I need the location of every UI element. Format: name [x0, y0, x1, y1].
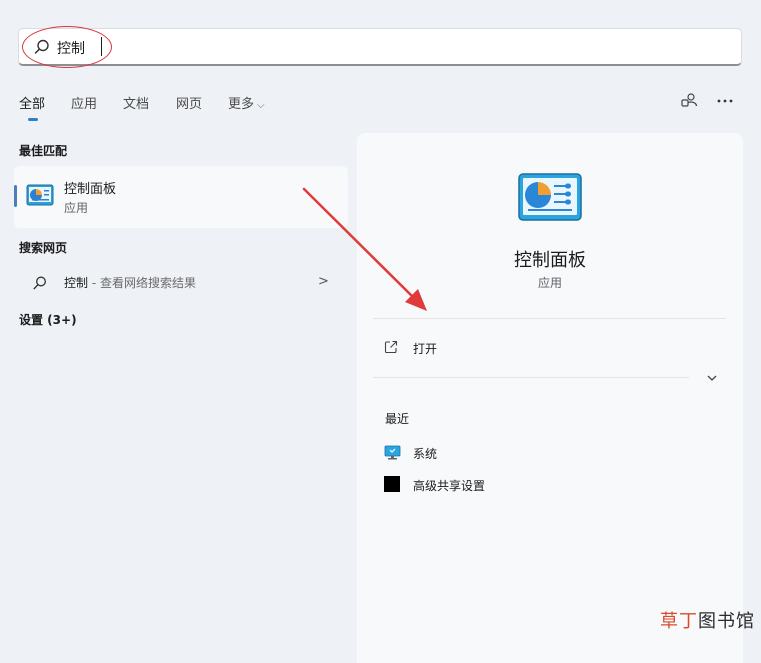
app-subtitle: 应用: [537, 276, 562, 290]
best-match-subtitle: 应用: [64, 201, 89, 215]
settings-heading[interactable]: 设置 (3+): [19, 311, 77, 328]
web-search-suffix: - 查看网络搜索结果: [88, 276, 196, 290]
selection-accent: [14, 185, 17, 207]
control-panel-icon: [518, 173, 582, 221]
tab-documents[interactable]: 文档: [123, 93, 149, 112]
chevron-right-icon[interactable]: >: [318, 274, 329, 289]
app-title: 控制面板: [514, 250, 586, 271]
divider: [373, 377, 689, 378]
tab-apps[interactable]: 应用: [71, 93, 97, 112]
search-box[interactable]: 控制: [18, 28, 742, 66]
control-panel-icon: [26, 184, 54, 206]
best-match-heading: 最佳匹配: [19, 144, 68, 158]
black-square-icon: [384, 476, 400, 492]
recent-item-sharing[interactable]: 高级共享设置: [413, 477, 485, 494]
recent-item-system[interactable]: 系统: [413, 445, 437, 462]
divider: [373, 318, 726, 319]
chevron-down-icon[interactable]: [705, 371, 719, 385]
watermark-part2: 图书馆: [698, 611, 755, 632]
chevron-down-icon: ⌵: [257, 100, 265, 111]
tab-web[interactable]: 网页: [176, 93, 202, 112]
share-person-icon[interactable]: [679, 91, 699, 111]
tab-more[interactable]: 更多 ⌵: [228, 93, 265, 112]
active-tab-indicator: [28, 118, 38, 121]
open-action[interactable]: 打开: [413, 340, 437, 357]
web-search-text: 控制 - 查看网络搜索结果: [64, 274, 196, 291]
best-match-title: 控制面板: [64, 182, 117, 197]
search-input[interactable]: 控制: [57, 38, 85, 58]
search-icon: [33, 276, 46, 290]
web-search-heading: 搜索网页: [19, 241, 68, 255]
tab-all[interactable]: 全部: [19, 93, 45, 112]
open-external-icon: [384, 340, 398, 354]
system-monitor-icon: [384, 445, 401, 460]
web-search-query: 控制: [64, 276, 89, 290]
watermark: 草丁图书馆: [660, 607, 755, 633]
watermark-part1: 草丁: [660, 611, 698, 632]
recent-heading: 最近: [385, 412, 410, 426]
more-ellipsis-icon[interactable]: [715, 91, 735, 111]
tab-more-label: 更多: [228, 97, 255, 112]
best-match-item[interactable]: [14, 166, 348, 228]
search-icon: [34, 39, 49, 54]
text-caret: [101, 37, 102, 56]
